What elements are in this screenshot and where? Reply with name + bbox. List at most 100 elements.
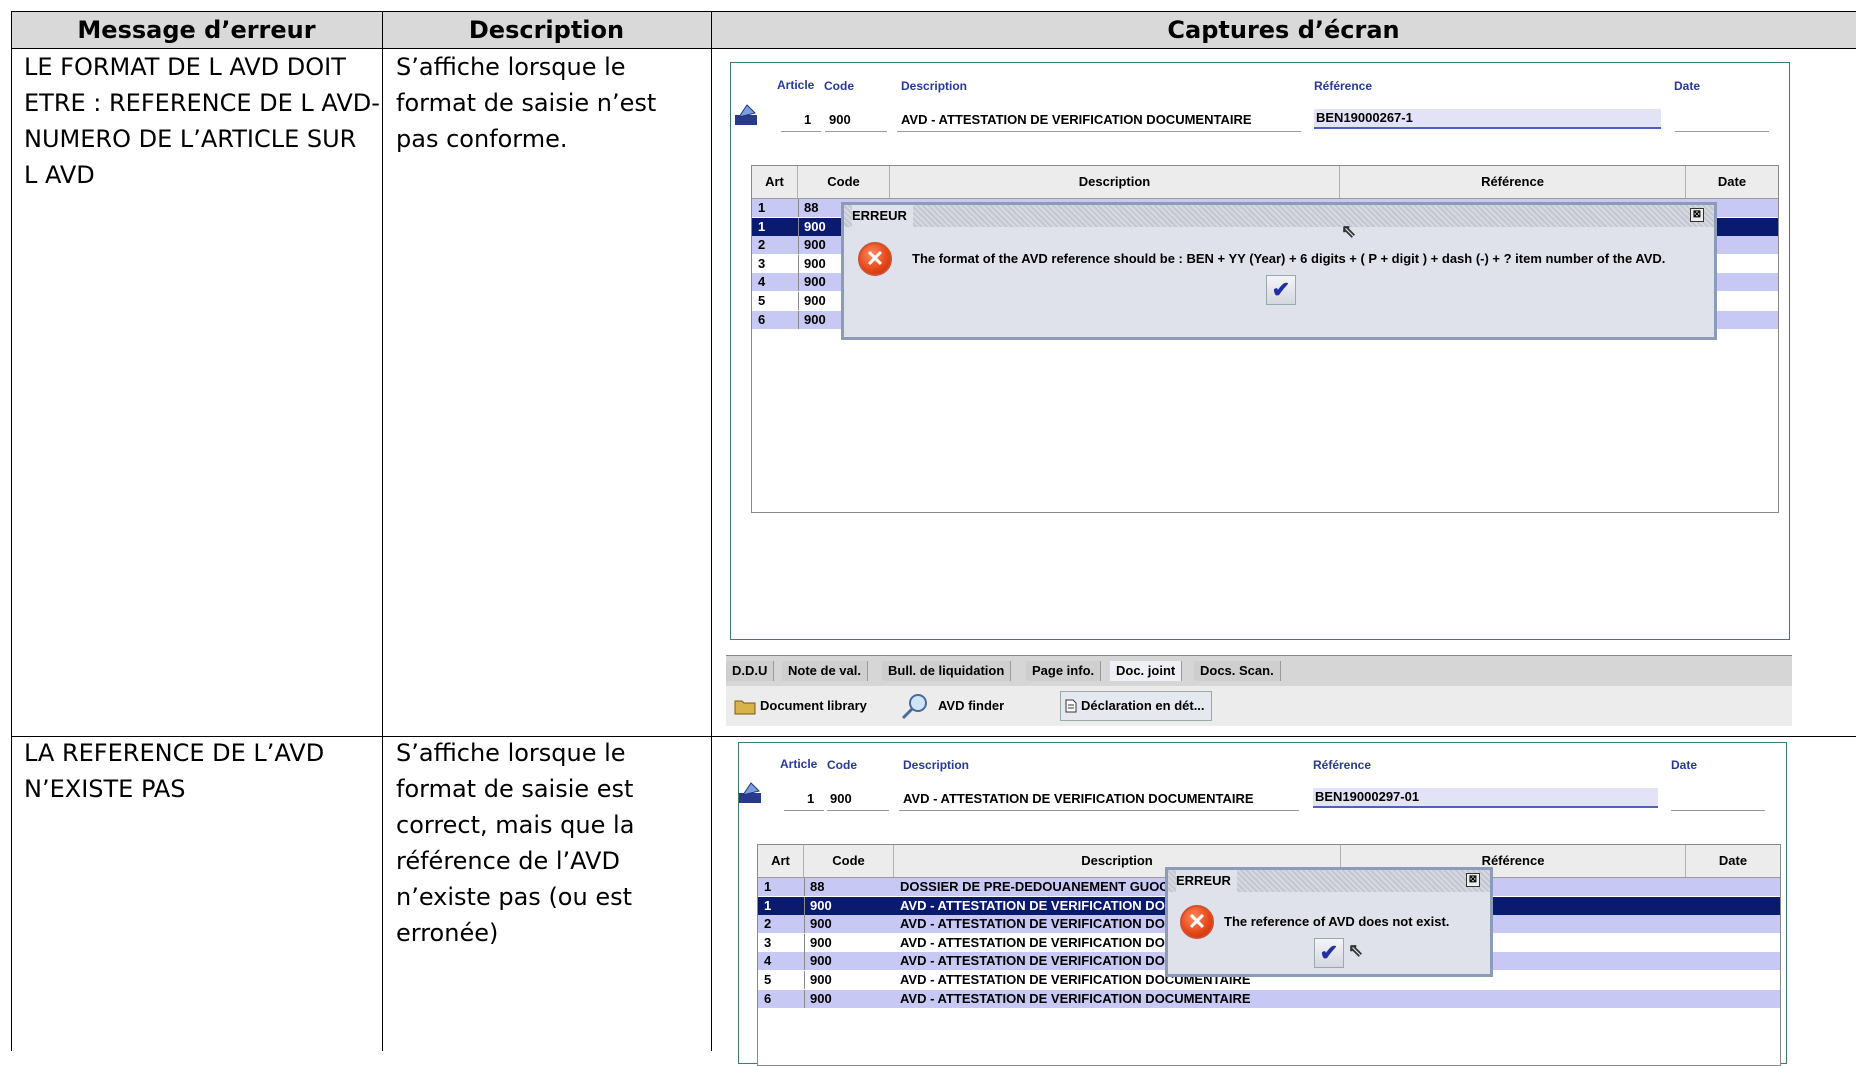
table-row[interactable]: 6 900 AVD - ATTESTATION DE VERIFICATION DO… bbox=[758, 989, 1780, 1008]
tab-ddu[interactable]: D.D.U bbox=[726, 661, 775, 681]
row1-message: LE FORMAT DE L AVD DOIT ETRE : REFERENCE… bbox=[24, 49, 380, 193]
description-field[interactable] bbox=[897, 131, 1301, 132]
row1-description-line: format de saisie n’est bbox=[396, 89, 657, 117]
mouse-pointer-icon: ⇖ bbox=[1341, 221, 1357, 241]
maximize-icon[interactable]: ⊠ bbox=[1690, 208, 1704, 222]
grid-col-date[interactable]: Date bbox=[1686, 845, 1780, 877]
row2-description-line: n’existe pas (ou est bbox=[396, 883, 633, 911]
grid-col-reference[interactable]: Référence bbox=[1340, 166, 1686, 198]
label-date: Date bbox=[1674, 79, 1701, 93]
grid-col-description[interactable]: Description bbox=[890, 166, 1340, 198]
cell-art: 6 bbox=[764, 990, 772, 1006]
mouse-pointer-icon: ⇖ bbox=[1348, 940, 1364, 960]
label-date: Date bbox=[1671, 758, 1698, 772]
cell-art: 2 bbox=[764, 916, 772, 932]
tab-docs-scan[interactable]: Docs. Scan. bbox=[1194, 661, 1281, 681]
date-field[interactable] bbox=[1671, 810, 1765, 811]
label-code: Code bbox=[827, 758, 857, 772]
header-screenshots: Captures d’écran bbox=[1167, 16, 1400, 44]
article-number-field[interactable] bbox=[781, 131, 821, 132]
row1-description-line: pas conforme. bbox=[396, 125, 568, 153]
article-number-field[interactable] bbox=[784, 810, 824, 811]
row-divider bbox=[804, 915, 805, 934]
label-code: Code bbox=[824, 79, 854, 93]
row1-message-line: LE FORMAT DE L AVD DOIT bbox=[24, 53, 346, 81]
cell-art: 6 bbox=[758, 311, 766, 327]
table-border-col1 bbox=[382, 11, 383, 1051]
article-nav-icon[interactable] bbox=[733, 103, 759, 127]
row2-description-line: correct, mais que la bbox=[396, 811, 635, 839]
article-panel: Article Code Description Référence Date … bbox=[737, 742, 1787, 1066]
grid-col-art[interactable]: Art bbox=[752, 166, 798, 198]
code-field[interactable] bbox=[825, 131, 887, 132]
code-value: 900 bbox=[830, 791, 852, 806]
row1-message-line: ETRE : REFERENCE DE L AVD- bbox=[24, 89, 380, 117]
bottom-toolbar: Document library AVD finder Déclaration … bbox=[726, 686, 1792, 726]
row1-message-line: L AVD bbox=[24, 161, 95, 189]
document-library-button[interactable]: Document library bbox=[760, 691, 867, 721]
description-field[interactable] bbox=[899, 810, 1299, 811]
tab-doc-joint[interactable]: Doc. joint bbox=[1110, 661, 1183, 681]
cell-code: 900 bbox=[810, 916, 832, 932]
table-border-left bbox=[11, 11, 12, 1051]
row2-message: LA REFERENCE DE L’AVD N’EXISTE PAS bbox=[24, 735, 324, 807]
dialog-title: ERREUR bbox=[852, 205, 913, 227]
tab-page-info[interactable]: Page info. bbox=[1026, 661, 1102, 681]
row2-description: S’affiche lorsque le format de saisie es… bbox=[396, 735, 634, 951]
tab-bar: D.D.U Note de val. Bull. de liquidation … bbox=[726, 655, 1792, 686]
date-field[interactable] bbox=[1675, 131, 1769, 132]
cell-art: 3 bbox=[764, 934, 772, 950]
grid-col-code[interactable]: Code bbox=[804, 845, 894, 877]
cell-code: 900 bbox=[810, 953, 832, 969]
row-divider bbox=[804, 989, 805, 1008]
declaration-tab-button[interactable]: Déclaration en dét... bbox=[1060, 691, 1212, 721]
code-field[interactable] bbox=[827, 810, 889, 811]
cell-code: 900 bbox=[810, 897, 832, 913]
row-divider bbox=[798, 236, 799, 255]
row-divider bbox=[798, 273, 799, 292]
cell-art: 4 bbox=[764, 953, 772, 969]
row-divider bbox=[804, 878, 805, 896]
row-divider bbox=[798, 254, 799, 273]
description-value: AVD - ATTESTATION DE VERIFICATION DOCUME… bbox=[901, 112, 1252, 127]
tab-bull-liquidation[interactable]: Bull. de liquidation bbox=[882, 661, 1012, 681]
row2-message-line: N’EXISTE PAS bbox=[24, 775, 186, 803]
reference-input[interactable]: BEN19000297-01 bbox=[1313, 788, 1658, 808]
table-border-col2 bbox=[711, 11, 712, 1051]
tab-note-de-val[interactable]: Note de val. bbox=[782, 661, 868, 681]
cell-art: 1 bbox=[758, 218, 766, 234]
cell-art: 3 bbox=[758, 255, 766, 271]
error-x-icon: ✕ bbox=[858, 242, 892, 276]
ok-button[interactable]: ✔ bbox=[1314, 938, 1344, 968]
row-divider bbox=[798, 292, 799, 310]
dialog-message: The format of the AVD reference should b… bbox=[912, 251, 1666, 266]
grid-col-art[interactable]: Art bbox=[758, 845, 804, 877]
dialog-titlebar[interactable]: ERREUR ⊠ bbox=[1168, 870, 1490, 892]
dialog-titlebar[interactable]: ERREUR ⊠ bbox=[844, 205, 1714, 227]
error-x-icon: ✕ bbox=[1180, 905, 1214, 939]
code-value: 900 bbox=[829, 112, 851, 127]
description-value: AVD - ATTESTATION DE VERIFICATION DOCUME… bbox=[903, 791, 1254, 806]
screenshot-format-error: Article Code Description Référence Date … bbox=[726, 62, 1792, 732]
cell-art: 1 bbox=[764, 897, 772, 913]
grid-header: Art Code Description Référence Date bbox=[752, 166, 1778, 199]
cell-art: 5 bbox=[764, 972, 772, 987]
cell-code: 88 bbox=[810, 879, 825, 894]
ok-button[interactable]: ✔ bbox=[1266, 275, 1296, 305]
magnifier-icon bbox=[901, 694, 927, 720]
label-reference: Référence bbox=[1313, 758, 1372, 772]
reference-input[interactable]: BEN19000267-1 bbox=[1314, 109, 1661, 129]
grid-col-code[interactable]: Code bbox=[798, 166, 890, 198]
declaration-tab-label: Déclaration en dét... bbox=[1081, 698, 1205, 713]
maximize-icon[interactable]: ⊠ bbox=[1466, 873, 1480, 887]
header-description: Description bbox=[468, 16, 625, 44]
row-divider bbox=[798, 217, 799, 236]
avd-finder-button[interactable]: AVD finder bbox=[938, 691, 1004, 721]
grid-col-date[interactable]: Date bbox=[1686, 166, 1778, 198]
dialog-message: The reference of AVD does not exist. bbox=[1224, 914, 1450, 929]
article-nav-icon[interactable] bbox=[737, 781, 763, 805]
screenshot-reference-error: Article Code Description Référence Date … bbox=[730, 742, 1792, 1066]
label-reference: Référence bbox=[1314, 79, 1373, 93]
row1-description-line: S’affiche lorsque le bbox=[396, 53, 626, 81]
error-dialog: ERREUR ⊠ ✕ The format of the AVD referen… bbox=[841, 202, 1717, 340]
